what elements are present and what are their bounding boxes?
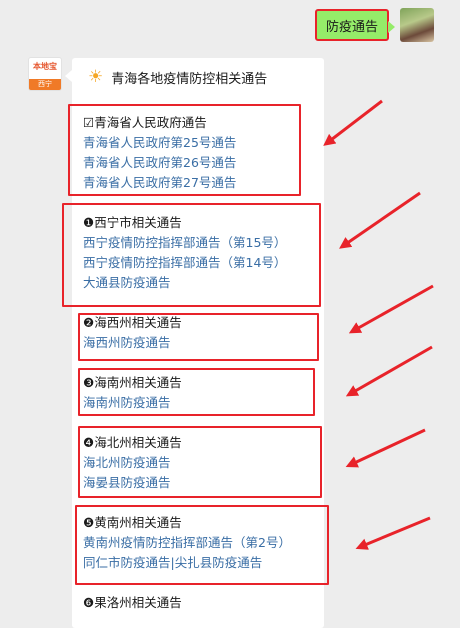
section-xining: ❶西宁市相关通告 西宁疫情防控指挥部通告（第15号） 西宁疫情防控指挥部通告（第… (83, 213, 286, 293)
notice-link[interactable]: 海南州防疫通告 (83, 393, 182, 413)
notice-link[interactable]: 海西州防疫通告 (83, 333, 182, 353)
arrow-icon (323, 99, 383, 146)
section-heading: ❹海北州相关通告 (83, 435, 182, 450)
reply-title-row: ☀ 青海各地疫情防控相关通告 (88, 67, 268, 88)
sun-icon: ☀ (88, 67, 104, 87)
section-heading: ❷海西州相关通告 (83, 315, 182, 330)
bot-city-tag: 西宁 (29, 79, 61, 90)
arrow-icon (355, 516, 431, 550)
notice-link[interactable]: 青海省人民政府第27号通告 (83, 173, 236, 193)
section-huangnan: ❺黄南州相关通告 黄南州疫情防控指挥部通告（第2号） 同仁市防疫通告|尖扎县防疫… (83, 513, 291, 573)
section-guoluo: ❻果洛州相关通告 (83, 593, 182, 613)
notice-link[interactable]: 青海省人民政府第25号通告 (83, 133, 236, 153)
notice-link[interactable]: 大通县防疫通告 (83, 273, 286, 293)
user-message-text: 防疫通告 (325, 19, 378, 35)
bot-avatar[interactable]: 本地宝 西宁 (28, 57, 62, 91)
user-avatar[interactable] (400, 8, 434, 42)
user-message-bubble[interactable]: 防疫通告 (315, 9, 395, 41)
section-heading: ❺黄南州相关通告 (83, 515, 182, 530)
notice-link[interactable]: 青海省人民政府第26号通告 (83, 153, 236, 173)
section-heading: ❻果洛州相关通告 (83, 595, 182, 610)
section-haixi: ❷海西州相关通告 海西州防疫通告 (83, 313, 182, 353)
arrow-icon (345, 428, 426, 468)
arrow-icon (339, 191, 421, 249)
section-provincial: ☑青海省人民政府通告 青海省人民政府第25号通告 青海省人民政府第26号通告 青… (83, 113, 236, 193)
bot-brand-label: 本地宝 (33, 62, 57, 71)
notice-link[interactable]: 海晏县防疫通告 (83, 473, 182, 493)
section-hainan: ❸海南州相关通告 海南州防疫通告 (83, 373, 182, 413)
section-heading: ☑青海省人民政府通告 (83, 115, 207, 130)
reply-title: 青海各地疫情防控相关通告 (111, 72, 268, 87)
section-heading: ❶西宁市相关通告 (83, 215, 182, 230)
notice-link[interactable]: 同仁市防疫通告|尖扎县防疫通告 (83, 553, 291, 573)
notice-link[interactable]: 西宁疫情防控指挥部通告（第15号） (83, 233, 286, 253)
section-heading: ❸海南州相关通告 (83, 375, 182, 390)
notice-link[interactable]: 西宁疫情防控指挥部通告（第14号） (83, 253, 286, 273)
arrow-icon (348, 284, 434, 334)
section-haibei: ❹海北州相关通告 海北州防疫通告 海晏县防疫通告 (83, 433, 182, 493)
arrow-icon (345, 345, 433, 397)
notice-link[interactable]: 海北州防疫通告 (83, 453, 182, 473)
notice-link[interactable]: 黄南州疫情防控指挥部通告（第2号） (83, 533, 291, 553)
